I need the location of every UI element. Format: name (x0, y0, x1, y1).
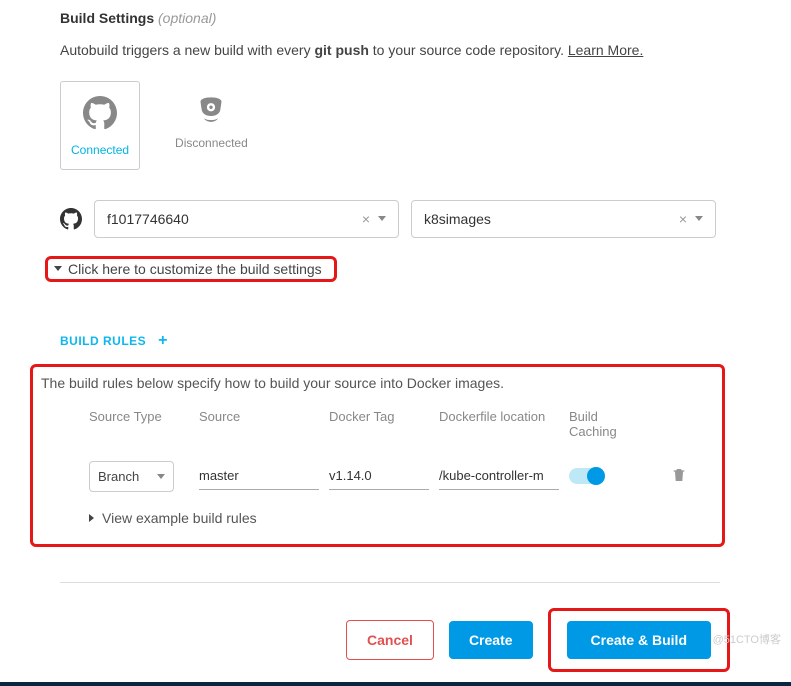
watermark: @51CTO博客 (713, 631, 781, 647)
source-input[interactable] (199, 462, 319, 490)
clear-icon[interactable]: × (362, 211, 370, 227)
github-provider-card[interactable]: Connected (60, 81, 140, 170)
org-value: f1017746640 (107, 211, 189, 227)
github-icon (60, 208, 82, 230)
customize-build-settings-toggle[interactable]: Click here to customize the build settin… (45, 256, 337, 282)
description-text: Autobuild triggers a new build with ever… (60, 41, 791, 61)
add-rule-button[interactable]: + (158, 332, 167, 350)
chevron-down-icon (157, 474, 165, 479)
learn-more-link[interactable]: Learn More. (568, 42, 643, 58)
build-rule-row: Branch (89, 461, 704, 492)
col-source-type: Source Type (89, 409, 189, 439)
optional-label: (optional) (158, 10, 216, 26)
col-dockerfile: Dockerfile location (439, 409, 559, 439)
github-icon (83, 96, 117, 133)
col-caching: Build Caching (569, 409, 649, 439)
org-select[interactable]: f1017746640 × (94, 200, 399, 238)
cancel-button[interactable]: Cancel (346, 620, 434, 660)
section-title: Build Settings (60, 10, 154, 26)
customize-label: Click here to customize the build settin… (68, 261, 322, 277)
view-example-rules-link[interactable]: View example build rules (33, 510, 704, 526)
col-source: Source (199, 409, 319, 439)
build-rules-panel: The build rules below specify how to bui… (30, 364, 725, 547)
build-caching-toggle[interactable] (569, 468, 603, 484)
divider (60, 582, 720, 583)
github-connected-label: Connected (71, 143, 129, 157)
bitbucket-disconnected-label: Disconnected (175, 136, 248, 150)
build-rules-description: The build rules below specify how to bui… (33, 375, 704, 391)
repo-select[interactable]: k8simages × (411, 200, 716, 238)
dockerfile-input[interactable] (439, 462, 559, 490)
bitbucket-provider-card[interactable]: Disconnected (165, 81, 258, 170)
bitbucket-icon (197, 95, 225, 126)
chevron-right-icon (89, 514, 94, 522)
delete-rule-button[interactable] (659, 466, 699, 487)
clear-icon[interactable]: × (679, 211, 687, 227)
chevron-down-icon (378, 216, 386, 221)
chevron-down-icon (695, 216, 703, 221)
docker-tag-input[interactable] (329, 462, 429, 490)
chevron-down-icon (54, 266, 62, 271)
repo-value: k8simages (424, 211, 491, 227)
footer-bar (0, 682, 791, 686)
col-docker-tag: Docker Tag (329, 409, 429, 439)
source-type-select[interactable]: Branch (89, 461, 174, 492)
build-rules-title: BUILD RULES (60, 334, 146, 348)
